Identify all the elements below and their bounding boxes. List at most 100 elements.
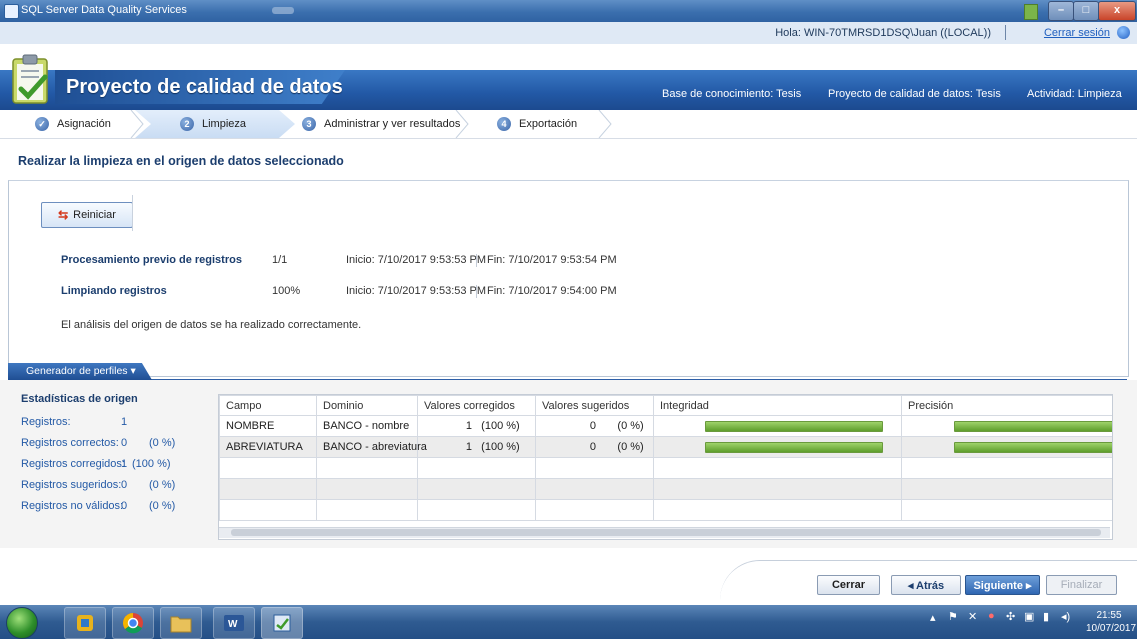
back-button[interactable]: ◂ Atrás — [891, 575, 961, 595]
progress-end: Fin: 7/10/2017 9:53:54 PM — [487, 254, 617, 266]
stat-row: Registros sugeridos: 0 (0 %) — [21, 479, 201, 493]
flag-icon[interactable]: ⚑ — [948, 610, 958, 623]
cell-accuracy — [901, 415, 1112, 437]
empty-row — [219, 457, 1112, 479]
column-header[interactable]: Valores sugeridos — [535, 395, 654, 416]
completeness-bar — [705, 420, 883, 432]
tray-app-icon-2[interactable]: ● — [988, 610, 995, 622]
maximize-button[interactable]: □ — [1073, 1, 1099, 21]
outlook-icon[interactable] — [64, 607, 106, 639]
volume-icon[interactable]: ◂) — [1061, 610, 1070, 623]
tray-app-icon-1[interactable]: ✕ — [968, 610, 977, 623]
step-manage-results[interactable]: 3 Administrar y ver resultados — [302, 110, 460, 138]
user-greeting: Hola: WIN-70TMRSD1DSQ\Juan ((LOCAL)) — [775, 27, 991, 39]
close-window-button[interactable]: x — [1098, 1, 1136, 21]
progress-start: Inicio: 7/10/2017 9:53:53 PM — [346, 285, 487, 297]
chrome-icon[interactable] — [112, 607, 154, 639]
step-export[interactable]: 4 Exportación — [497, 110, 577, 138]
dqs-app-icon[interactable] — [261, 607, 303, 639]
stat-row: Registros correctos: 0 (0 %) — [21, 437, 201, 451]
stat-percent: (0 %) — [149, 500, 176, 512]
step-label: Administrar y ver resultados — [324, 118, 461, 130]
stat-label: Registros correctos: — [21, 437, 119, 449]
corrected-pct: (100 %) — [481, 441, 520, 453]
progress-start: Inicio: 7/10/2017 9:53:53 PM — [346, 254, 487, 266]
svg-text:W: W — [228, 619, 238, 630]
stat-percent: (0 %) — [149, 479, 176, 491]
cell-corrected: 1 (100 %) — [417, 436, 536, 458]
progress-separator — [476, 254, 477, 267]
cell-domain: BANCO - nombre — [316, 415, 418, 437]
step-assignment[interactable]: ✓ Asignación — [35, 110, 111, 138]
close-button[interactable]: Cerrar — [817, 575, 880, 595]
toolbar-separator — [132, 195, 133, 231]
window-title-bar[interactable]: SQL Server Data Quality Services – □ x — [0, 0, 1137, 22]
help-icon[interactable] — [1117, 26, 1130, 39]
progress-separator — [476, 285, 477, 298]
minimize-button[interactable]: – — [1048, 1, 1074, 21]
window-title: SQL Server Data Quality Services — [21, 4, 187, 16]
cell-domain: BANCO - abreviatura — [316, 436, 427, 458]
empty-row — [219, 478, 1112, 500]
step-label: Asignación — [57, 118, 111, 130]
profiler-tab-label: Generador de perfiles — [26, 365, 128, 377]
file-explorer-icon[interactable] — [160, 607, 202, 639]
restart-button[interactable]: ⇆ Reiniciar — [41, 202, 133, 228]
stat-value: 1 — [121, 416, 128, 428]
finish-button[interactable]: Finalizar — [1046, 575, 1117, 595]
chevron-down-icon: ▾ — [130, 365, 136, 377]
cell-completeness — [653, 415, 902, 437]
clock-date[interactable]: 10/07/2017 — [1086, 623, 1136, 634]
horizontal-scrollbar[interactable] — [219, 527, 1110, 538]
word-icon[interactable]: W — [213, 607, 255, 639]
tray-app-icon-3[interactable]: ✣ — [1006, 610, 1015, 623]
column-header[interactable]: Valores corregidos — [417, 395, 536, 416]
suggested-count: 0 — [589, 441, 596, 453]
cell-suggested: 0 (0 %) — [535, 436, 654, 458]
column-header[interactable]: Dominio — [316, 395, 418, 416]
stat-row: Registros: 1 — [21, 416, 201, 430]
column-header[interactable]: Precisión — [901, 395, 1112, 416]
accuracy-bar — [954, 441, 1112, 453]
cell-field: NOMBRE — [219, 415, 317, 437]
stat-row: Registros no válidos: 0 (0 %) — [21, 500, 201, 514]
page-title: Proyecto de calidad de datos — [66, 76, 343, 98]
stat-value: 0 — [121, 500, 128, 512]
stat-label: Registros sugeridos: — [21, 479, 122, 491]
accuracy-bar — [954, 420, 1112, 432]
column-header[interactable]: Integridad — [653, 395, 902, 416]
cleansing-panel — [8, 180, 1129, 377]
step-separator — [455, 110, 469, 138]
user-bar-separator — [1005, 25, 1006, 40]
next-button[interactable]: Siguiente ▸ — [965, 575, 1040, 595]
stat-row: Registros corregidos: 1 (100 %) — [21, 458, 201, 472]
stat-value: 1 — [121, 458, 128, 470]
table-row[interactable]: NOMBRE BANCO - nombre 1 (100 %) 0 (0 %) — [219, 415, 1112, 437]
scrollbar-thumb[interactable] — [231, 529, 1101, 536]
stat-label: Registros no válidos: — [21, 500, 124, 512]
section-title: Realizar la limpieza en el origen de dat… — [18, 154, 344, 168]
taskbar: W ▴ ⚑ ✕ ● ✣ ▣ ▮ ◂) — [0, 605, 1137, 639]
table-row[interactable]: ABREVIATURA BANCO - abreviatura 1 (100 %… — [219, 436, 1112, 458]
profiler-divider — [8, 379, 1127, 380]
progress-row: Procesamiento previo de registros 1/1 In… — [0, 254, 800, 270]
progress-value: 1/1 — [272, 254, 288, 266]
tray-app-icon — [1024, 4, 1038, 20]
suggested-count: 0 — [589, 420, 596, 432]
step-cleansing[interactable]: 2 Limpieza — [180, 110, 246, 138]
progress-row: Limpiando registros 100% Inicio: 7/10/20… — [0, 285, 800, 301]
tray-app-icon-4[interactable]: ▣ — [1024, 610, 1034, 623]
clock-time[interactable]: 21:55 — [1089, 610, 1129, 621]
cell-completeness — [653, 436, 902, 458]
network-icon[interactable]: ▮ — [1043, 610, 1049, 623]
logout-link[interactable]: Cerrar sesión — [1044, 27, 1110, 39]
profiler-tab[interactable]: Generador de perfiles ▾ — [8, 363, 152, 380]
column-header[interactable]: Campo — [219, 395, 317, 416]
start-button[interactable] — [6, 607, 38, 639]
corrected-pct: (100 %) — [481, 420, 520, 432]
clipboard-check-icon — [12, 54, 48, 104]
progress-label: Procesamiento previo de registros — [61, 254, 242, 266]
show-hidden-icons[interactable]: ▴ — [930, 611, 936, 624]
corrected-count: 1 — [465, 441, 472, 453]
restart-icon: ⇆ — [58, 208, 69, 222]
